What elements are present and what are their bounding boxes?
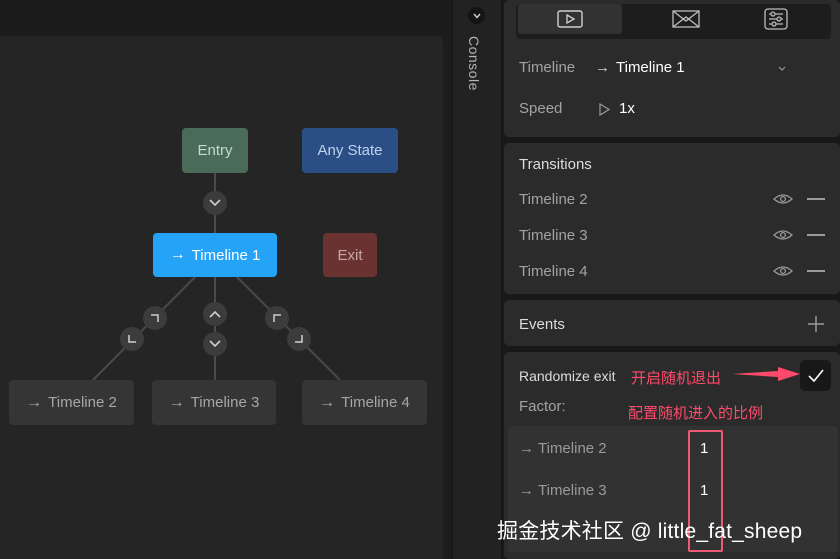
transition-item-label[interactable]: Timeline 2 bbox=[519, 191, 588, 208]
transition-down-icon[interactable] bbox=[203, 332, 227, 356]
events-title: Events bbox=[519, 316, 565, 333]
node-timeline-1-label: Timeline 1 bbox=[191, 246, 261, 264]
arrow-right-icon: → bbox=[319, 393, 336, 411]
factor-item-label: → Timeline 2 bbox=[519, 440, 607, 457]
console-tab-label[interactable]: Console bbox=[466, 36, 482, 91]
factor-label: Factor: bbox=[519, 398, 566, 415]
transition-item-label[interactable]: Timeline 4 bbox=[519, 263, 588, 280]
node-exit-label: Exit bbox=[337, 246, 363, 264]
node-timeline-3-label: Timeline 3 bbox=[190, 394, 260, 411]
timeline-select-value: Timeline 1 bbox=[616, 59, 685, 76]
node-timeline-2-label: Timeline 2 bbox=[48, 394, 117, 411]
speed-value[interactable]: 1x bbox=[619, 100, 635, 117]
play-icon bbox=[557, 10, 583, 28]
tab-blend[interactable] bbox=[634, 4, 738, 34]
eye-icon[interactable] bbox=[772, 228, 794, 242]
annotation-configure-ratio: 配置随机进入的比例 bbox=[628, 405, 764, 422]
eye-icon[interactable] bbox=[772, 192, 794, 206]
arrow-right-icon: → bbox=[168, 393, 185, 411]
arrow-right-icon: → bbox=[169, 246, 186, 263]
connection-timeline1-timeline2 bbox=[92, 276, 196, 381]
remove-icon[interactable] bbox=[806, 270, 826, 272]
transition-up-icon[interactable] bbox=[203, 302, 227, 326]
graph-connections bbox=[92, 173, 341, 381]
connection-timeline1-timeline4 bbox=[236, 276, 341, 381]
transitions-title: Transitions bbox=[519, 156, 592, 173]
chevron-down-icon[interactable] bbox=[468, 7, 485, 24]
transition-corner-icon[interactable] bbox=[120, 327, 144, 351]
node-timeline-3[interactable]: → Timeline 3 bbox=[152, 380, 276, 425]
node-timeline-1[interactable]: → Timeline 1 bbox=[153, 233, 277, 277]
arrow-right-icon: → bbox=[26, 393, 43, 411]
factor-item-label: → Timeline 3 bbox=[519, 482, 607, 499]
factor-item-name: Timeline 3 bbox=[538, 482, 607, 499]
tab-settings[interactable] bbox=[724, 4, 828, 34]
transition-down-icon[interactable] bbox=[203, 191, 227, 215]
node-timeline-4[interactable]: → Timeline 4 bbox=[302, 380, 427, 425]
chevron-down-icon[interactable] bbox=[776, 62, 788, 74]
node-exit[interactable]: Exit bbox=[323, 233, 377, 277]
arrow-right-icon: → bbox=[519, 440, 534, 457]
transition-corner-icon[interactable] bbox=[265, 306, 289, 330]
node-entry-label: Entry bbox=[197, 142, 233, 159]
randomize-exit-title: Randomize exit bbox=[519, 368, 616, 384]
transition-corner-icon[interactable] bbox=[287, 327, 311, 351]
remove-icon[interactable] bbox=[806, 234, 826, 236]
transition-item-label[interactable]: Timeline 3 bbox=[519, 227, 588, 244]
play-speed-icon bbox=[597, 101, 611, 117]
node-timeline-2[interactable]: → Timeline 2 bbox=[9, 380, 134, 425]
watermark: 掘金技术社区 @ little_fat_sheep bbox=[497, 520, 803, 543]
eye-icon[interactable] bbox=[772, 264, 794, 278]
blend-icon bbox=[672, 10, 700, 28]
arrow-right-icon: → bbox=[519, 482, 534, 499]
node-any-state-label: Any State bbox=[317, 142, 383, 159]
factor-item-name: Timeline 2 bbox=[538, 440, 607, 457]
speed-field-label: Speed bbox=[519, 100, 563, 117]
tab-timeline[interactable] bbox=[518, 4, 622, 34]
timeline-field-label: Timeline bbox=[519, 59, 576, 76]
node-entry[interactable]: Entry bbox=[182, 128, 248, 173]
sliders-icon bbox=[764, 8, 788, 30]
randomize-exit-checkbox[interactable] bbox=[800, 360, 831, 391]
transition-corner-icon[interactable] bbox=[143, 306, 167, 330]
checkmark-icon bbox=[807, 369, 824, 382]
timeline-select[interactable]: → Timeline 1 bbox=[595, 59, 685, 76]
annotation-arrow bbox=[732, 367, 800, 381]
remove-icon[interactable] bbox=[806, 198, 826, 200]
annotation-enable-random-exit: 开启随机退出 bbox=[631, 370, 722, 387]
arrow-right-icon: → bbox=[595, 59, 610, 76]
node-any-state[interactable]: Any State bbox=[302, 128, 398, 173]
add-event-icon[interactable] bbox=[806, 314, 826, 334]
node-timeline-4-label: Timeline 4 bbox=[341, 394, 410, 411]
